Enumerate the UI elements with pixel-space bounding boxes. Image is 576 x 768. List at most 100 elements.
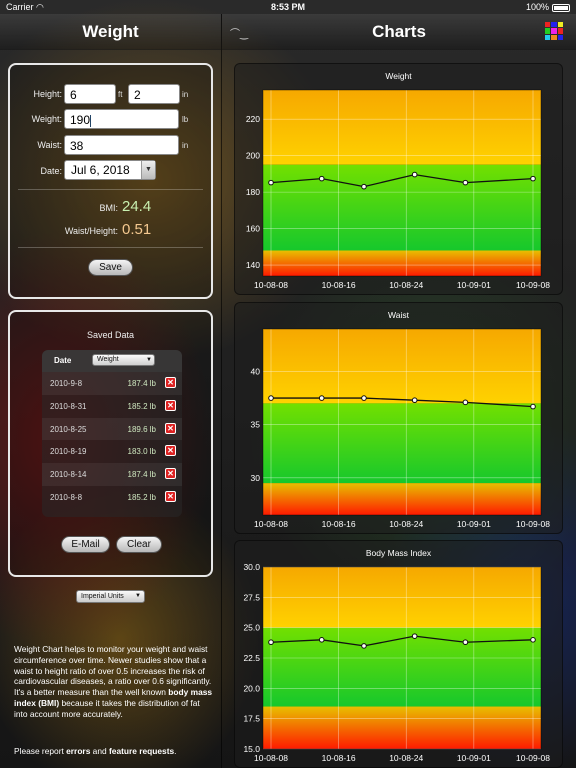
x-tick-label: 10-08-16	[322, 519, 356, 529]
divider-line	[18, 189, 203, 190]
units-select-value: Imperial Units	[81, 593, 124, 600]
units-select[interactable]: Imperial Units ▼	[76, 590, 145, 603]
delete-icon[interactable]: ✕	[165, 490, 176, 502]
row-date: 2010-8-8	[50, 492, 83, 502]
row-value: 185.2 lb	[127, 401, 156, 411]
y-tick-label: 25.0	[243, 623, 260, 633]
info-text: Weight Chart helps to monitor your weigh…	[14, 644, 214, 720]
delete-icon[interactable]: ✕	[165, 422, 176, 434]
report-text-part: and	[90, 746, 109, 756]
waist-chart: 30 35 40 10-08-08 10-08-16 10-08-24 10-09-01 10…	[251, 328, 550, 529]
report-text-part: .	[174, 746, 177, 756]
x-tick-label: 10-08-16	[322, 280, 356, 290]
data-point	[318, 175, 325, 182]
date-picker[interactable]: Jul 6, 2018 ▼	[64, 160, 156, 180]
status-bar: Carrier ◠ 8:53 PM 100%	[0, 0, 576, 14]
y-tick-label: 30	[251, 473, 261, 483]
row-value: 187.4 lb	[127, 470, 156, 480]
healthy-band	[263, 627, 541, 707]
x-tick-label: 10-09-01	[457, 753, 491, 763]
bmi-chart: 15.017.520.022.525.027.530.010-08-08 10-0…	[243, 562, 550, 763]
entry-panel: Height: 6 ft 2 in Weight: 190 lb Waist: …	[8, 63, 213, 299]
battery-percent: 100%	[525, 2, 549, 12]
x-tick-label: 10-09-08	[516, 753, 550, 763]
x-tick-label: 10-08-16	[322, 753, 356, 763]
x-tick-label: 10-08-08	[254, 753, 288, 763]
delete-icon[interactable]: ✕	[165, 377, 176, 388]
bmi-label: BMI:	[99, 203, 118, 213]
weight-chart-panel: Weight 140 160 180 200 220 10-08-08 10-08-16 10…	[234, 63, 563, 295]
x-tick-label: 10-09-08	[516, 280, 550, 290]
y-tick-label: 200	[246, 151, 260, 161]
row-date: 2010-8-19	[50, 447, 87, 457]
data-point	[411, 633, 418, 639]
email-button[interactable]: E-Mail	[61, 536, 110, 553]
delete-icon[interactable]: ✕	[165, 445, 176, 457]
weight-chart: 140 160 180 200 220 10-08-08 10-08-16 10-08-24 1…	[246, 89, 550, 290]
row-value: 183.0 lb	[127, 447, 156, 457]
saved-data-title: Saved Data	[86, 330, 135, 340]
date-value: Jul 6, 2018	[71, 163, 130, 177]
report-text-part: Please report	[14, 746, 67, 756]
x-tick-label: 10-08-08	[254, 280, 288, 290]
right-title: Charts	[372, 21, 426, 41]
data-point	[361, 643, 367, 649]
feature-requests-link[interactable]: feature requests	[109, 746, 174, 756]
saved-data-table: Date Weight ▼ 2010-9-8 187.4 lb ✕ 2010-8-31 1…	[42, 350, 182, 517]
data-point	[361, 395, 367, 401]
data-point	[268, 179, 274, 186]
table-row[interactable]: 2010-8-8 185.2 lb ✕	[42, 486, 182, 509]
divider-line	[18, 247, 203, 248]
height-feet-input[interactable]: 6	[64, 84, 116, 104]
wifi-icon: ◠	[36, 1, 44, 12]
table-row[interactable]: 2010-8-25 189.6 lb ✕	[42, 417, 182, 441]
delete-icon[interactable]: ✕	[165, 399, 176, 411]
underweight-band	[263, 250, 541, 276]
waist-height-label: Waist/Height:	[64, 226, 118, 236]
weight-value: 190	[70, 113, 91, 127]
waist-height-value: 0.51	[122, 221, 152, 238]
x-tick-label: 10-08-24	[389, 280, 423, 290]
split-divider	[221, 14, 222, 768]
saved-data-panel: Saved Data Date Weight ▼ 2010-9-8 187.4 lb…	[8, 310, 213, 577]
row-value: 187.4 lb	[127, 379, 156, 388]
weight-input[interactable]: 190	[64, 109, 179, 129]
underweight-band	[263, 483, 541, 515]
y-tick-label: 40	[251, 367, 261, 377]
table-row[interactable]: 2010-8-14 187.4 lb ✕	[42, 463, 182, 486]
data-point	[462, 399, 469, 406]
data-point	[268, 639, 274, 646]
data-point	[318, 395, 325, 401]
date-column-header: Date	[54, 356, 72, 365]
clear-button[interactable]: Clear	[116, 536, 162, 553]
x-tick-label: 10-08-24	[389, 753, 423, 763]
x-tick-label: 10-08-08	[254, 519, 288, 529]
left-navbar: Weight	[0, 14, 221, 50]
data-point	[462, 179, 469, 186]
healthy-band	[263, 403, 541, 484]
delete-icon[interactable]: ✕	[165, 468, 176, 480]
feet-unit: ft	[118, 90, 123, 99]
color-palette-icon[interactable]	[545, 22, 563, 40]
y-tick-label: 140	[246, 260, 260, 270]
table-row[interactable]: 2010-9-8 187.4 lb ✕	[42, 372, 182, 395]
y-tick-label: 22.5	[243, 653, 260, 663]
clock: 8:53 PM	[270, 2, 306, 12]
bmi-chart-panel: Body Mass Index 15.0 17.5 20.0 22.5 25.0 27.5…	[234, 540, 563, 768]
row-date: 2010-8-14	[50, 470, 87, 480]
waist-unit: in	[182, 141, 189, 150]
data-point	[462, 639, 469, 646]
save-button[interactable]: Save	[88, 259, 133, 276]
errors-link[interactable]: errors	[66, 746, 90, 756]
height-inches-input[interactable]: 2	[128, 84, 180, 104]
table-row[interactable]: 2010-8-31 185.2 lb ✕	[42, 395, 182, 418]
inches-unit: in	[182, 90, 189, 99]
wave-icon[interactable]: ⌒‿	[230, 25, 248, 40]
right-navbar: Charts	[222, 14, 576, 50]
metric-select[interactable]: Weight ▼	[92, 354, 155, 366]
height-label: Height:	[33, 89, 62, 99]
waist-chart-panel: Waist 30 35 40 10-08-08 10-08-16 10-08-24 10-0…	[234, 302, 563, 534]
waist-label: Waist:	[37, 140, 62, 150]
waist-input[interactable]: 38	[64, 135, 179, 155]
table-row[interactable]: 2010-8-19 183.0 lb ✕	[42, 440, 182, 463]
